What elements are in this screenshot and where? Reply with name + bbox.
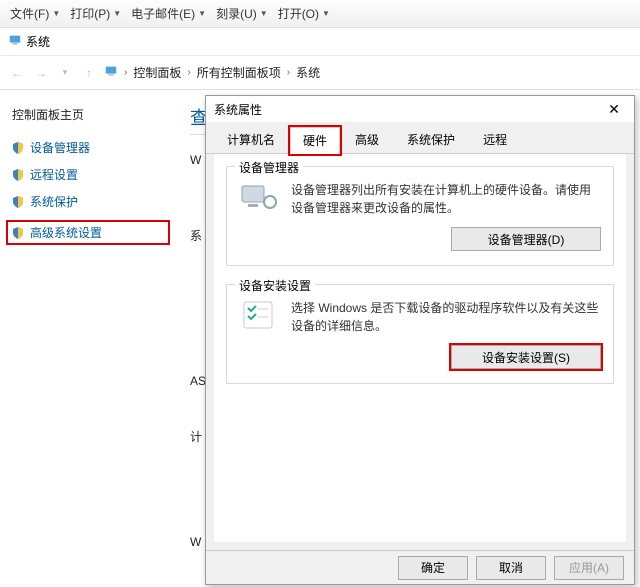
chevron-right-icon: › xyxy=(187,67,190,78)
sidebar-item-protection[interactable]: 系统保护 xyxy=(12,193,168,210)
menu-open[interactable]: 打开(O)▼ xyxy=(278,5,330,22)
tab-hardware[interactable]: 硬件 xyxy=(290,127,340,154)
group-device-manager: 设备管理器 设备管理器列出所有安装在计算机上的硬件设备。请使用设备管理器来更改设… xyxy=(226,166,614,266)
cancel-button[interactable]: 取消 xyxy=(476,556,546,580)
group-title: 设备安装设置 xyxy=(235,277,315,294)
device-install-settings-button[interactable]: 设备安装设置(S) xyxy=(451,345,601,369)
address-system[interactable]: 系统 xyxy=(8,33,50,50)
nav-forward-icon[interactable]: → xyxy=(32,64,50,82)
shield-icon xyxy=(12,169,24,181)
sidebar-item-advanced[interactable]: 高级系统设置 xyxy=(6,220,170,245)
menu-email[interactable]: 电子邮件(E)▼ xyxy=(131,5,206,22)
dialog-footer: 确定 取消 应用(A) xyxy=(206,550,634,584)
chevron-down-icon: ▼ xyxy=(52,9,60,18)
chevron-down-icon: ▼ xyxy=(260,9,268,18)
sidebar-item-remote[interactable]: 远程设置 xyxy=(12,166,168,183)
checklist-icon xyxy=(239,299,279,333)
group-description: 选择 Windows 是否下载设备的驱动程序软件以及有关这些设备的详细信息。 xyxy=(291,299,601,335)
menu-print[interactable]: 打印(P)▼ xyxy=(70,5,121,22)
breadcrumb-item[interactable]: 系统 xyxy=(296,64,320,81)
chevron-down-icon: ▼ xyxy=(113,9,121,18)
sidebar-item-label: 设备管理器 xyxy=(30,139,90,156)
sidebar: 控制面板主页 设备管理器 远程设置 系统保护 高级系统设置 xyxy=(0,90,180,587)
tab-remote[interactable]: 远程 xyxy=(470,126,520,153)
system-properties-dialog: 系统属性 ✕ 计算机名 硬件 高级 系统保护 远程 设备管理器 设备管理器列出所… xyxy=(205,95,635,585)
nav-up-icon[interactable]: ↑ xyxy=(80,64,98,82)
tab-advanced[interactable]: 高级 xyxy=(342,126,392,153)
sidebar-item-label: 远程设置 xyxy=(30,166,78,183)
menubar: 文件(F)▼ 打印(P)▼ 电子邮件(E)▼ 刻录(U)▼ 打开(O)▼ xyxy=(0,0,640,28)
shield-icon xyxy=(12,196,24,208)
chevron-down-icon: ▼ xyxy=(198,9,206,18)
sidebar-item-device-manager[interactable]: 设备管理器 xyxy=(12,139,168,156)
group-description: 设备管理器列出所有安装在计算机上的硬件设备。请使用设备管理器来更改设备的属性。 xyxy=(291,181,601,217)
menu-file[interactable]: 文件(F)▼ xyxy=(10,5,60,22)
dialog-title: 系统属性 xyxy=(214,101,262,118)
shield-icon xyxy=(12,142,24,154)
computer-icon xyxy=(104,64,118,81)
sidebar-title: 控制面板主页 xyxy=(12,106,168,123)
group-device-install: 设备安装设置 选择 Windows 是否下载设备的驱动程序软件以及有关这些设备的… xyxy=(226,284,614,384)
address-row: 系统 xyxy=(0,28,640,56)
breadcrumb-item[interactable]: 控制面板 xyxy=(133,64,181,81)
chevron-right-icon: › xyxy=(287,67,290,78)
breadcrumb-bar: ← → ▾ ↑ › 控制面板 › 所有控制面板项 › 系统 xyxy=(0,56,640,90)
dialog-body: 设备管理器 设备管理器列出所有安装在计算机上的硬件设备。请使用设备管理器来更改设… xyxy=(214,154,626,542)
breadcrumb-item[interactable]: 所有控制面板项 xyxy=(197,64,281,81)
sidebar-item-label: 系统保护 xyxy=(30,193,78,210)
chevron-down-icon: ▼ xyxy=(322,9,330,18)
ok-button[interactable]: 确定 xyxy=(398,556,468,580)
chevron-right-icon: › xyxy=(124,67,127,78)
menu-burn[interactable]: 刻录(U)▼ xyxy=(216,5,268,22)
apply-button[interactable]: 应用(A) xyxy=(554,556,624,580)
nav-back-icon[interactable]: ← xyxy=(8,64,26,82)
shield-icon xyxy=(12,227,24,239)
address-label: 系统 xyxy=(26,33,50,50)
device-manager-icon xyxy=(239,181,279,215)
tab-strip: 计算机名 硬件 高级 系统保护 远程 xyxy=(206,122,634,154)
device-manager-button[interactable]: 设备管理器(D) xyxy=(451,227,601,251)
sidebar-item-label: 高级系统设置 xyxy=(30,224,102,241)
nav-recent-icon[interactable]: ▾ xyxy=(56,64,74,82)
dialog-titlebar: 系统属性 ✕ xyxy=(206,96,634,122)
tab-computer-name[interactable]: 计算机名 xyxy=(214,126,288,153)
tab-protection[interactable]: 系统保护 xyxy=(394,126,468,153)
computer-icon xyxy=(8,33,22,50)
close-icon[interactable]: ✕ xyxy=(602,101,626,118)
group-title: 设备管理器 xyxy=(235,159,303,176)
